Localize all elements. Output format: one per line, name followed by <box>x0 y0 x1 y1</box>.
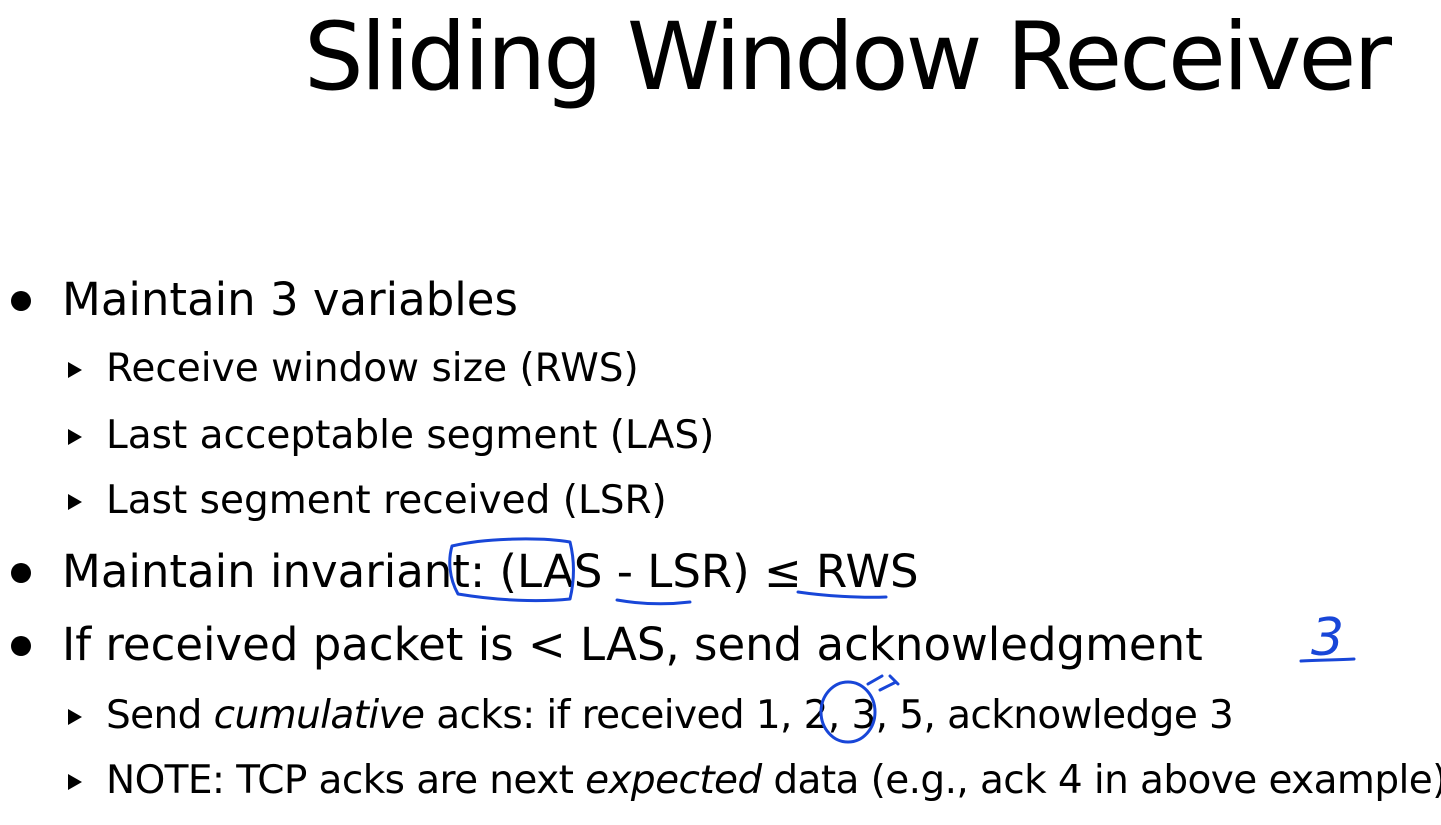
text-segment: Send <box>106 693 214 738</box>
emphasis-text: expected <box>585 758 762 803</box>
round-bullet-icon <box>11 636 31 656</box>
text-segment: data (e.g., ack 4 in above example) <box>761 758 1441 803</box>
triangle-bullet-icon <box>68 429 82 445</box>
emphasis-text: cumulative <box>213 693 425 738</box>
sub-bullet-text: Last acceptable segment (LAS) <box>106 413 715 458</box>
triangle-bullet-icon <box>68 774 82 790</box>
round-bullet-icon <box>11 291 31 311</box>
slide-title: Sliding Window Receiver <box>304 3 1392 112</box>
sub-bullet-text: Last segment received (LSR) <box>106 478 667 523</box>
triangle-bullet-icon <box>68 709 82 725</box>
bullet-text: Maintain 3 variables <box>62 273 518 326</box>
triangle-bullet-icon <box>68 494 82 510</box>
triangle-bullet-icon <box>68 362 82 378</box>
text-segment: acks: if received 1, 2, 3, 5, acknowledg… <box>424 693 1234 738</box>
digit-underline-annotation <box>1299 657 1356 663</box>
bullet-text: If received packet is < LAS, send acknow… <box>62 618 1203 671</box>
double-arrow-annotation <box>866 674 900 692</box>
text-segment: NOTE: TCP acks are next <box>106 758 586 803</box>
sub-bullet-text: Send cumulative acks: if received 1, 2, … <box>106 690 1234 742</box>
round-bullet-icon <box>11 563 31 583</box>
handwritten-digit: 3 <box>1311 608 1344 668</box>
bullet-text: Maintain invariant: (LAS - LSR) ≤ RWS <box>62 545 919 598</box>
sub-bullet-text: NOTE: TCP acks are next expected data (e… <box>106 755 1441 807</box>
sub-bullet-text: Receive window size (RWS) <box>106 346 639 391</box>
